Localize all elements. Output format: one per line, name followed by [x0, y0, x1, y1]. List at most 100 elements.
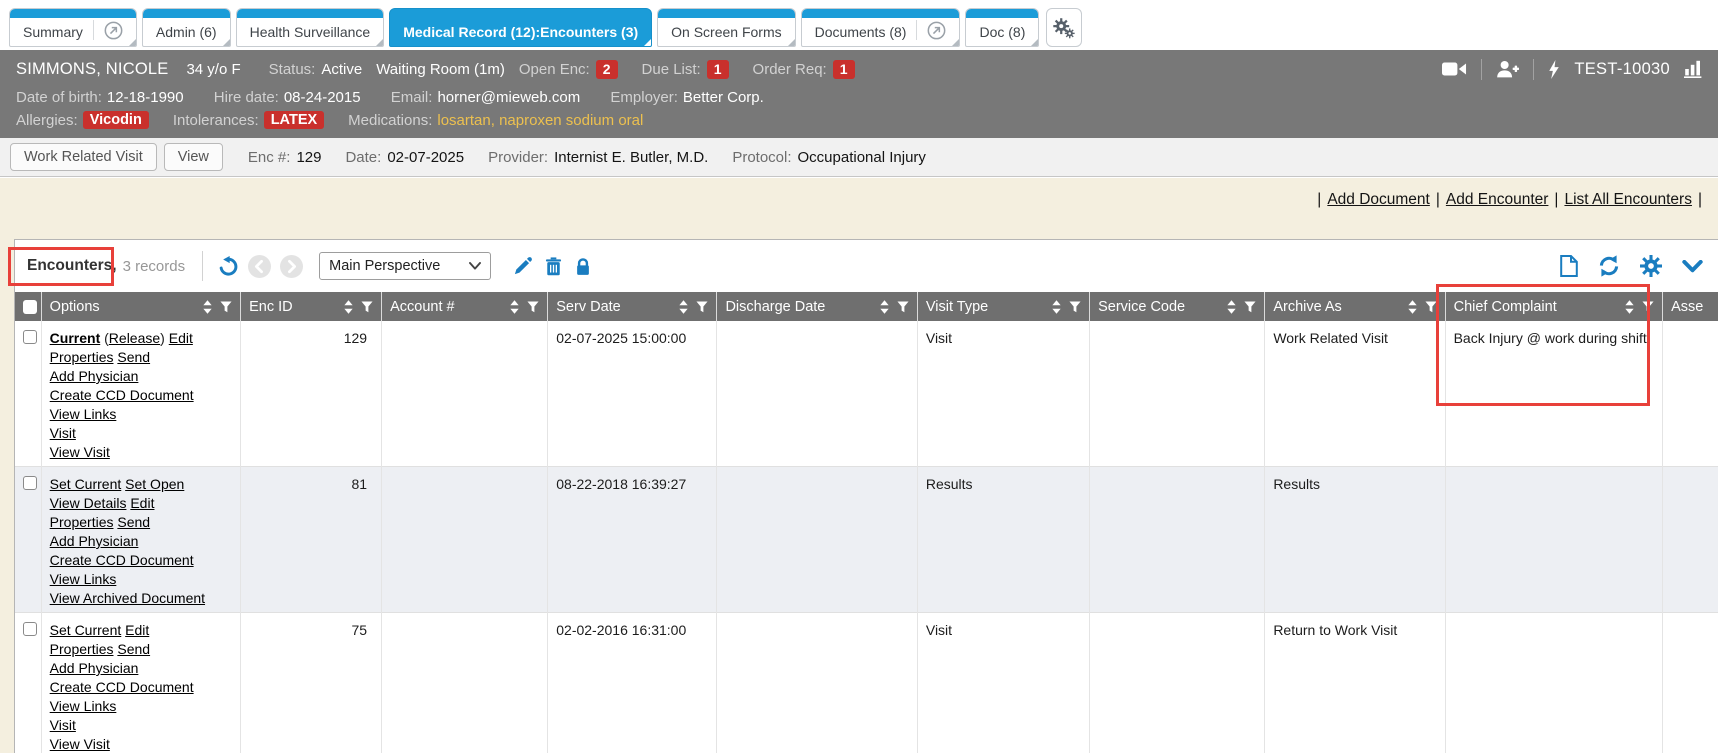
view-links-link[interactable]: View Links: [50, 571, 117, 587]
view-visit-link[interactable]: View Visit: [50, 444, 110, 460]
send-link[interactable]: Send: [117, 641, 150, 657]
tab-health-surveillance[interactable]: Health Surveillance: [236, 8, 385, 47]
visit-link[interactable]: Visit: [50, 717, 76, 733]
column-header-visit-type[interactable]: Visit Type: [917, 292, 1089, 321]
column-header-enc-id[interactable]: Enc ID: [241, 292, 382, 321]
send-link[interactable]: Send: [117, 514, 150, 530]
next-icon[interactable]: [280, 255, 303, 278]
sort-icon[interactable]: [1625, 300, 1634, 314]
perspective-select[interactable]: Main Perspective: [319, 252, 491, 280]
lock-icon[interactable]: [575, 257, 591, 276]
work-related-visit-button[interactable]: Work Related Visit: [10, 143, 157, 171]
set-current-link[interactable]: Set Current: [50, 622, 122, 638]
properties-link[interactable]: Properties: [50, 349, 114, 365]
order-req-count[interactable]: 1: [833, 60, 855, 79]
patient-demographics-line: Date of birth:12-18-1990 Hire date:08-24…: [0, 82, 1718, 106]
column-header-account[interactable]: Account #: [382, 292, 548, 321]
sort-icon[interactable]: [1408, 300, 1417, 314]
select-all-checkbox[interactable]: [23, 300, 37, 314]
column-header-asse[interactable]: Asse: [1663, 292, 1718, 321]
filter-icon[interactable]: [220, 301, 232, 313]
lightning-icon[interactable]: [1548, 60, 1560, 79]
tab-documents-8[interactable]: Documents (8): [801, 8, 961, 47]
create-ccd-document-link[interactable]: Create CCD Document: [50, 387, 194, 403]
tab-medical-record-12-encounters-3[interactable]: Medical Record (12):Encounters (3): [389, 8, 652, 47]
tab-settings-button[interactable]: [1046, 8, 1082, 47]
sort-icon[interactable]: [344, 300, 353, 314]
bar-chart-icon[interactable]: [1684, 60, 1704, 78]
list-all-encounters-link[interactable]: List All Encounters: [1564, 191, 1692, 208]
view-visit-link[interactable]: View Visit: [50, 736, 110, 752]
tab-summary[interactable]: Summary: [9, 8, 137, 47]
sort-icon[interactable]: [510, 300, 519, 314]
settings-gear-icon[interactable]: [1640, 255, 1662, 277]
add-physician-link[interactable]: Add Physician: [50, 368, 139, 384]
view-button[interactable]: View: [164, 143, 223, 171]
release-link[interactable]: Release: [109, 330, 160, 346]
set-open-link[interactable]: Set Open: [125, 476, 184, 492]
collapse-chevron-icon[interactable]: [1682, 260, 1703, 273]
prev-icon[interactable]: [248, 255, 271, 278]
edit-link[interactable]: Edit: [130, 495, 154, 511]
medications-value[interactable]: losartan, naproxen sodium oral: [437, 112, 643, 129]
view-details-link[interactable]: View Details: [50, 495, 127, 511]
add-physician-link[interactable]: Add Physician: [50, 533, 139, 549]
filter-icon[interactable]: [1642, 301, 1654, 313]
create-ccd-document-link[interactable]: Create CCD Document: [50, 552, 194, 568]
sort-icon[interactable]: [1052, 300, 1061, 314]
visit-link[interactable]: Visit: [50, 425, 76, 441]
filter-icon[interactable]: [527, 301, 539, 313]
create-ccd-document-link[interactable]: Create CCD Document: [50, 679, 194, 695]
view-archived-document-link[interactable]: View Archived Document: [50, 590, 205, 606]
open-in-new-circle-icon[interactable]: [916, 20, 946, 40]
archive-as-cell: Return to Work Visit: [1265, 613, 1445, 753]
view-links-link[interactable]: View Links: [50, 406, 117, 422]
column-header-service-code[interactable]: Service Code: [1090, 292, 1265, 321]
new-document-icon[interactable]: [1560, 255, 1578, 277]
due-list-count[interactable]: 1: [707, 60, 729, 79]
tab-doc-8[interactable]: Doc (8): [965, 8, 1039, 47]
row-checkbox[interactable]: [23, 330, 37, 344]
filter-icon[interactable]: [696, 301, 708, 313]
set-current-link[interactable]: Set Current: [50, 476, 122, 492]
video-camera-icon[interactable]: [1442, 61, 1467, 77]
column-header-options[interactable]: Options: [41, 292, 240, 321]
add-encounter-link[interactable]: Add Encounter: [1446, 191, 1549, 208]
add-document-link[interactable]: Add Document: [1327, 191, 1430, 208]
edit-link[interactable]: Edit: [125, 622, 149, 638]
tab-label: Health Surveillance: [250, 25, 371, 40]
sort-icon[interactable]: [679, 300, 688, 314]
send-link[interactable]: Send: [117, 349, 150, 365]
column-header-serv-date[interactable]: Serv Date: [548, 292, 717, 321]
tab-admin-6[interactable]: Admin (6): [142, 8, 231, 47]
intolerance-badge[interactable]: LATEX: [264, 111, 324, 129]
filter-icon[interactable]: [1069, 301, 1081, 313]
add-person-icon[interactable]: [1496, 60, 1519, 78]
allergy-badge[interactable]: Vicodin: [83, 111, 149, 129]
row-checkbox[interactable]: [23, 476, 37, 490]
open-in-new-circle-icon[interactable]: [93, 20, 123, 40]
sort-icon[interactable]: [880, 300, 889, 314]
sort-icon[interactable]: [1227, 300, 1236, 314]
refresh-icon[interactable]: [1598, 255, 1620, 277]
current-link[interactable]: Current: [50, 330, 101, 346]
filter-icon[interactable]: [897, 301, 909, 313]
properties-link[interactable]: Properties: [50, 641, 114, 657]
properties-link[interactable]: Properties: [50, 514, 114, 530]
filter-icon[interactable]: [1425, 301, 1437, 313]
edit-link[interactable]: Edit: [169, 330, 193, 346]
add-physician-link[interactable]: Add Physician: [50, 660, 139, 676]
tab-on-screen-forms[interactable]: On Screen Forms: [657, 8, 795, 47]
undo-icon[interactable]: [218, 256, 239, 277]
edit-pencil-icon[interactable]: [513, 257, 532, 276]
filter-icon[interactable]: [361, 301, 373, 313]
column-header-discharge-date[interactable]: Discharge Date: [717, 292, 917, 321]
sort-icon[interactable]: [203, 300, 212, 314]
open-enc-count[interactable]: 2: [596, 60, 618, 79]
row-checkbox[interactable]: [23, 622, 37, 636]
delete-trash-icon[interactable]: [545, 257, 562, 276]
filter-icon[interactable]: [1244, 301, 1256, 313]
column-header-chief-complaint[interactable]: Chief Complaint: [1445, 292, 1663, 321]
column-header-archive-as[interactable]: Archive As: [1265, 292, 1445, 321]
view-links-link[interactable]: View Links: [50, 698, 117, 714]
